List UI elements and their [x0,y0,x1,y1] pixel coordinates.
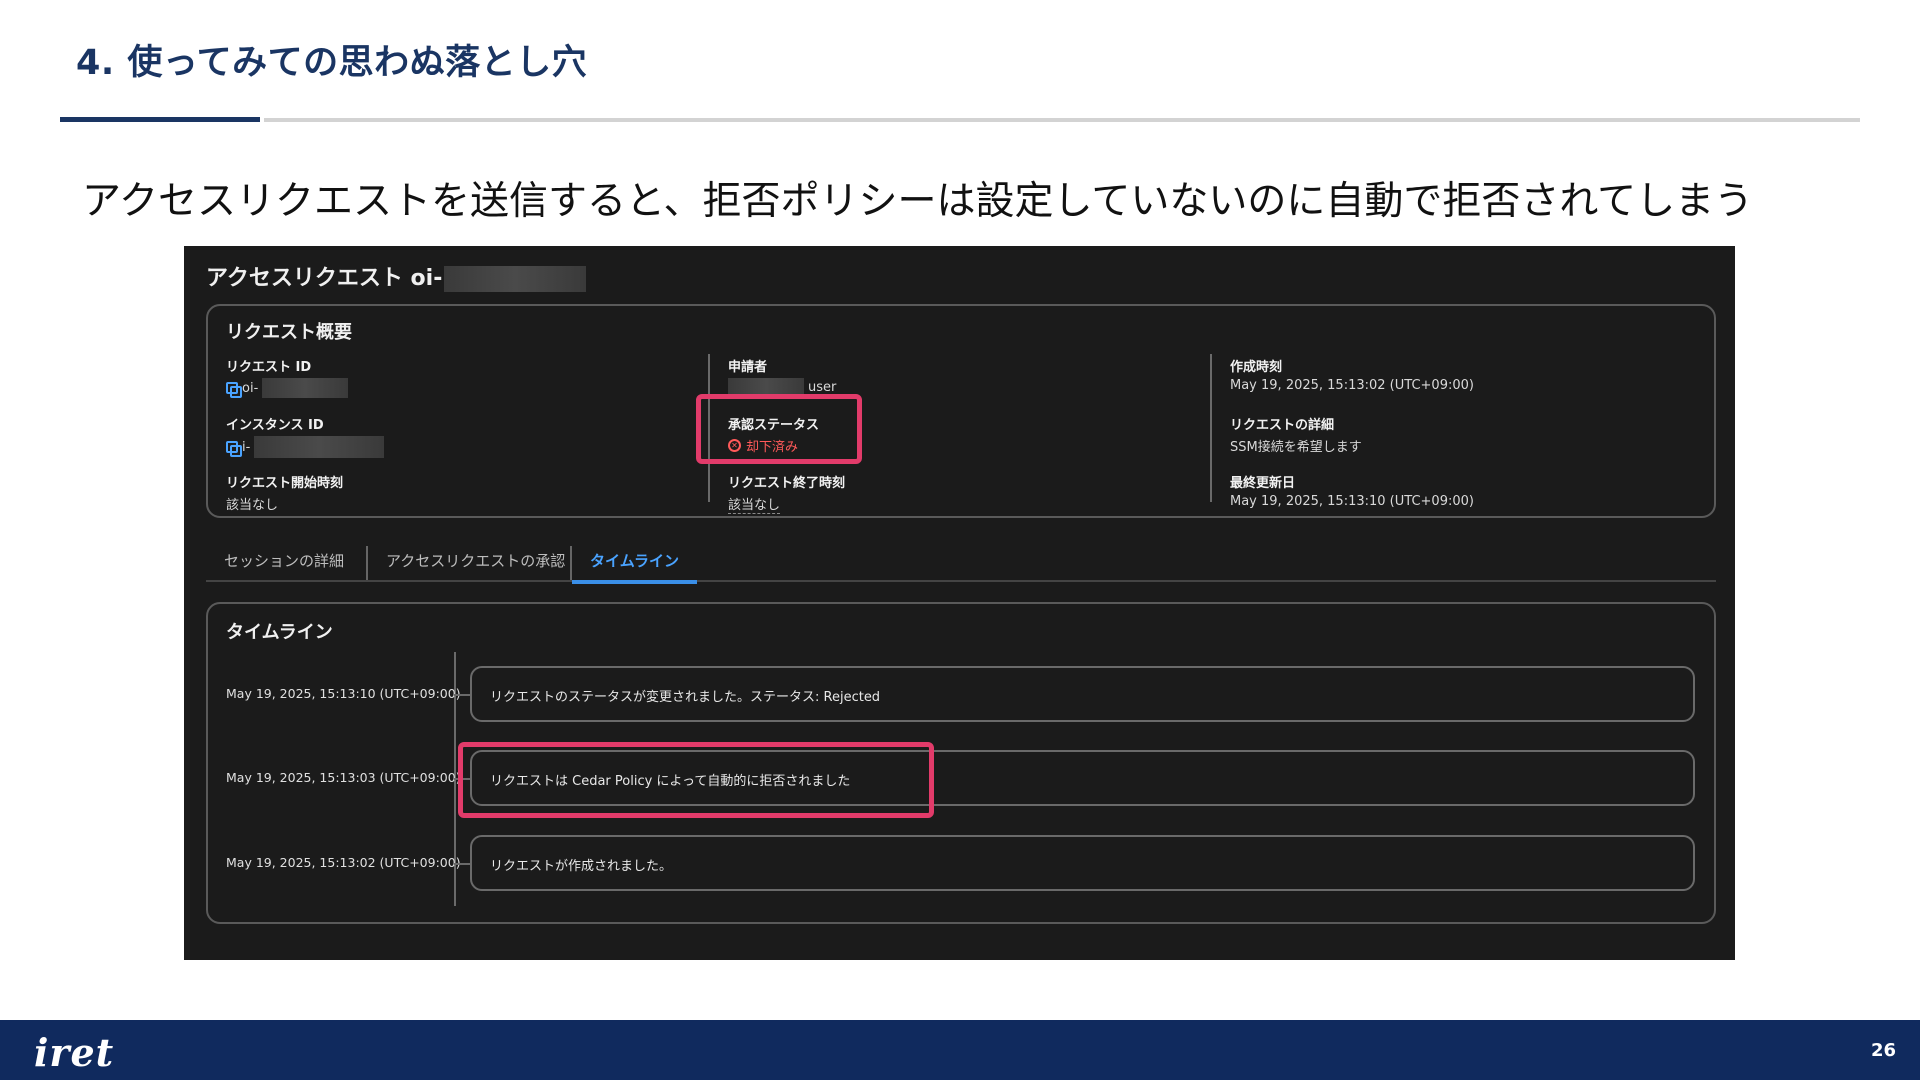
timeline-event: May 19, 2025, 15:13:10 (UTC+09:00) リクエスト… [208,666,1718,724]
slide-title: 4. 使ってみての思わぬ落とし穴 [76,43,588,83]
copy-icon[interactable] [226,382,242,398]
status-highlight-box [696,394,862,464]
timeline-event-card: リクエストのステータスが変更されました。ステータス: Rejected [470,666,1695,722]
timeline-event-time: May 19, 2025, 15:13:03 (UTC+09:00) [226,770,461,785]
timeline-tick [454,694,470,696]
end-time-field: リクエスト終了時刻 該当なし [728,472,1208,528]
start-time-value: 該当なし [226,498,279,513]
timeline-event-time: May 19, 2025, 15:13:02 (UTC+09:00) [226,855,461,870]
details-label: リクエストの詳細 [1230,418,1335,433]
request-id-label: リクエスト ID [226,360,312,375]
end-time-value: 該当なし [728,494,781,514]
redacted-block [262,378,349,398]
page-number: 26 [1870,1040,1896,1061]
start-time-field: リクエスト開始時刻 該当なし [226,472,706,528]
redacted-block [444,266,587,292]
detail-tabs: セッションの詳細 アクセスリクエストの承認 タイムライン [206,546,1716,584]
request-id-value: oi- [242,380,259,396]
timeline-event-card: リクエストが作成されました。 [470,835,1695,891]
summary-column-1: リクエスト ID oi- インスタンス ID i- リクエスト開始時刻 該当なし [226,354,706,528]
iret-logo: iret [34,1030,115,1075]
created-at-field: 作成時刻 May 19, 2025, 15:13:02 (UTC+09:00) [1230,356,1710,412]
details-value: SSM接続を希望します [1230,440,1362,455]
timeline-event: May 19, 2025, 15:13:02 (UTC+09:00) リクエスト… [208,835,1718,893]
request-id-field: リクエスト ID oi- [226,356,706,412]
updated-at-field: 最終更新日 May 19, 2025, 15:13:10 (UTC+09:00) [1230,472,1710,528]
created-at-label: 作成時刻 [1230,360,1283,375]
slide-subtitle: アクセスリクエストを送信すると、拒否ポリシーは設定していないのに自動で拒否されて… [82,179,1754,224]
summary-column-3: 作成時刻 May 19, 2025, 15:13:02 (UTC+09:00) … [1210,354,1710,509]
tab-session-details[interactable]: セッションの詳細 [206,546,362,580]
request-summary-panel: リクエスト概要 リクエスト ID oi- インスタンス ID i- リクエスト開… [206,304,1716,518]
access-request-title-text: アクセスリクエスト oi- [206,266,443,291]
end-time-label: リクエスト終了時刻 [728,476,846,491]
timeline-event-message: リクエストが作成されました。 [490,859,673,874]
timeline-event: May 19, 2025, 15:13:03 (UTC+09:00) リクエスト… [208,750,1718,808]
instance-id-field: インスタンス ID i- [226,414,706,470]
title-rule-accent [60,117,260,122]
timeline-panel: タイムライン May 19, 2025, 15:13:10 (UTC+09:00… [206,602,1716,924]
title-rule [264,118,1860,122]
updated-at-label: 最終更新日 [1230,476,1296,491]
instance-id-value: i- [242,439,251,455]
instance-id-label: インスタンス ID [226,418,324,433]
access-request-title: アクセスリクエスト oi- [206,260,587,292]
redacted-block [254,436,385,458]
start-time-label: リクエスト開始時刻 [226,476,344,491]
summary-heading: リクエスト概要 [226,322,352,343]
footer-bar: iret 26 [0,1020,1920,1080]
details-field: リクエストの詳細 SSM接続を希望します [1230,414,1710,470]
copy-icon[interactable] [226,441,242,457]
timeline-heading: タイムライン [226,622,333,643]
console-screenshot: アクセスリクエスト oi- リクエスト概要 リクエスト ID oi- インスタン… [184,246,1735,960]
timeline-tick [454,863,470,865]
requester-label: 申請者 [728,360,768,375]
updated-at-value: May 19, 2025, 15:13:10 (UTC+09:00) [1230,494,1474,509]
cedar-policy-highlight-box [458,742,934,818]
tab-timeline[interactable]: タイムライン [570,546,697,584]
created-at-value: May 19, 2025, 15:13:02 (UTC+09:00) [1230,378,1474,393]
tab-access-request-approval[interactable]: アクセスリクエストの承認 [366,546,583,580]
timeline-event-time: May 19, 2025, 15:13:10 (UTC+09:00) [226,686,461,701]
timeline-event-message: リクエストのステータスが変更されました。ステータス: Rejected [490,690,881,705]
